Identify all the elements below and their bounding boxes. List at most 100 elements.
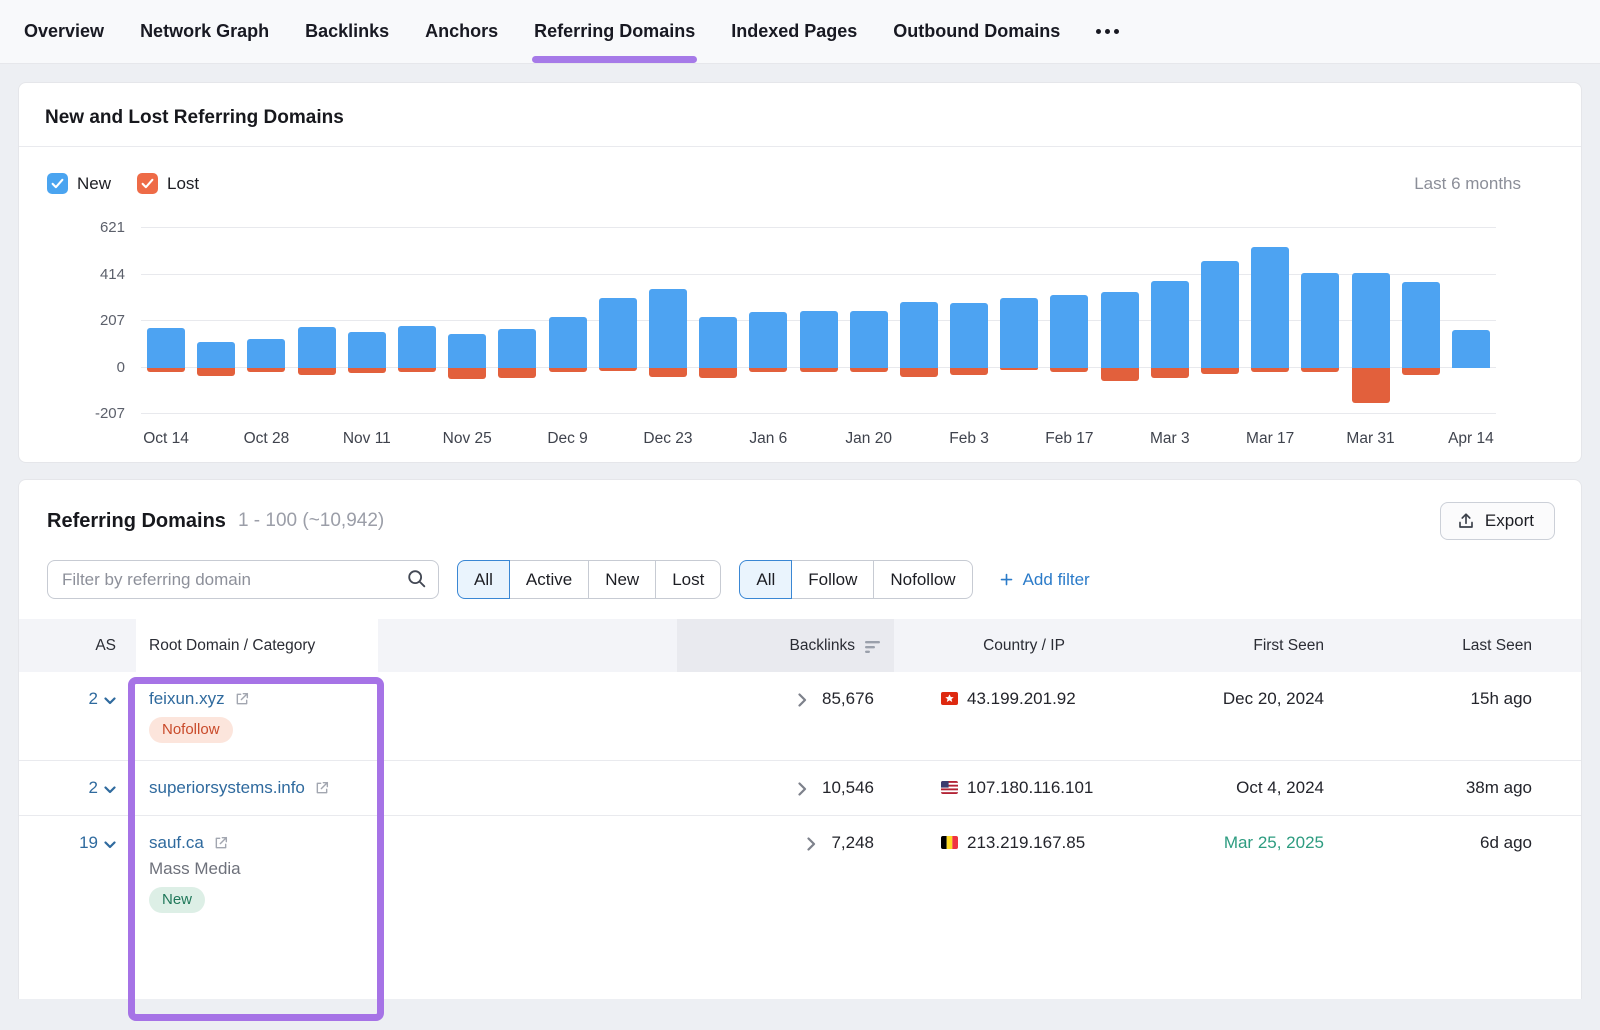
- legend-checkbox-new[interactable]: New: [47, 173, 111, 194]
- last-seen-value: 6d ago: [1480, 833, 1532, 853]
- column-header-first-seen[interactable]: First Seen: [1154, 619, 1324, 672]
- expand-row-chevron-icon[interactable]: [807, 837, 816, 851]
- plus-icon: [999, 572, 1014, 587]
- bar-new-mar-3: [1151, 281, 1189, 367]
- checkbox-checked-icon: [137, 173, 158, 194]
- bar-lost-dec-2: [498, 368, 536, 378]
- column-header-label: Root Domain / Category: [149, 637, 315, 655]
- tab-label: Indexed Pages: [731, 21, 857, 42]
- first-seen-cell: Mar 25, 2025: [1154, 816, 1324, 930]
- x-axis-tick: Feb 3: [949, 430, 989, 448]
- chevron-down-icon: [104, 689, 116, 705]
- follow-filter-option-all[interactable]: All: [739, 560, 792, 599]
- export-button[interactable]: Export: [1440, 502, 1555, 540]
- external-link-icon[interactable]: [234, 691, 250, 707]
- bar-new-dec-23: [649, 289, 687, 367]
- expand-row-chevron-icon[interactable]: [798, 693, 807, 707]
- table-row-superiorsystems-info: 2superiorsystems.info10,546107.180.116.1…: [19, 760, 1581, 815]
- tab-network-graph[interactable]: Network Graph: [140, 0, 269, 63]
- backlinks-cell: 85,676: [677, 672, 894, 760]
- referring-domains-chart: 6214142070-207: [141, 228, 1496, 414]
- bar-new-mar-24: [1301, 273, 1339, 367]
- backlinks-count: 85,676: [822, 689, 874, 709]
- tab-indexed-pages[interactable]: Indexed Pages: [731, 0, 857, 63]
- as-score-toggle[interactable]: 19: [19, 816, 134, 930]
- top-nav: Overview Network Graph Backlinks Anchors Ref…: [0, 0, 1600, 64]
- bar-lost-feb-10: [1000, 368, 1038, 370]
- bar-new-jan-6: [749, 312, 787, 368]
- bar-lost-nov-25: [448, 368, 486, 379]
- bar-lost-oct-28: [247, 368, 285, 373]
- chart-x-axis: Oct 14Oct 28Nov 11Nov 25Dec 9Dec 23Jan 6…: [141, 414, 1496, 462]
- gridline: [141, 227, 1496, 228]
- more-tabs-button[interactable]: [1096, 0, 1119, 63]
- domain-link[interactable]: superiorsystems.info: [149, 778, 305, 798]
- external-link-icon[interactable]: [314, 780, 330, 796]
- follow-filter-option-follow[interactable]: Follow: [791, 560, 874, 599]
- as-score-toggle[interactable]: 2: [19, 761, 134, 815]
- column-header-label: First Seen: [1253, 637, 1324, 655]
- status-filter-option-active[interactable]: Active: [509, 560, 589, 599]
- bar-new-jan-27: [900, 302, 938, 367]
- chart-controls: New Lost Last 6 months: [19, 147, 1581, 194]
- bar-lost-jan-6: [749, 368, 787, 372]
- root-domain-cell: feixun.xyzNofollow: [134, 672, 677, 760]
- bar-new-dec-16: [599, 298, 637, 367]
- status-filter-option-lost[interactable]: Lost: [655, 560, 721, 599]
- search-icon[interactable]: [406, 568, 428, 595]
- table-row-feixun-xyz: 2feixun.xyzNofollow85,67643.199.201.92De…: [19, 672, 1581, 760]
- bar-lost-dec-9: [549, 368, 587, 372]
- bar-new-feb-24: [1101, 292, 1139, 367]
- column-header-last-seen[interactable]: Last Seen: [1324, 619, 1532, 672]
- external-link-icon[interactable]: [213, 835, 229, 851]
- column-header-country-ip[interactable]: Country / IP: [894, 619, 1154, 672]
- status-filter-option-all[interactable]: All: [457, 560, 510, 599]
- add-filter-button[interactable]: Add filter: [999, 570, 1090, 590]
- tab-label: Anchors: [425, 21, 498, 42]
- status-filter-option-new[interactable]: New: [588, 560, 656, 599]
- x-axis-tick: Mar 31: [1346, 430, 1394, 448]
- column-header-root-domain-category[interactable]: Root Domain / Category: [134, 619, 677, 672]
- legend-checkbox-lost[interactable]: Lost: [137, 173, 199, 194]
- y-axis-tick: 0: [69, 359, 125, 377]
- domain-link[interactable]: feixun.xyz: [149, 689, 225, 709]
- tab-label: Network Graph: [140, 21, 269, 42]
- bar-new-feb-3: [950, 303, 988, 367]
- x-axis-tick: Dec 23: [643, 430, 692, 448]
- bar-lost-apr-7: [1402, 368, 1440, 376]
- column-header-backlinks[interactable]: Backlinks: [677, 619, 894, 672]
- country-flag-be-icon: [941, 836, 958, 849]
- last-seen-cell: 15h ago: [1324, 672, 1532, 760]
- tab-referring-domains[interactable]: Referring Domains: [534, 0, 695, 63]
- last-seen-value: 15h ago: [1471, 689, 1532, 709]
- x-axis-tick: Jan 20: [845, 430, 892, 448]
- tab-backlinks[interactable]: Backlinks: [305, 0, 389, 63]
- bar-lost-mar-3: [1151, 368, 1189, 379]
- date-range-label: Last 6 months: [1414, 174, 1521, 194]
- y-axis-tick: 621: [69, 219, 125, 237]
- tab-overview[interactable]: Overview: [24, 0, 104, 63]
- last-seen-cell: 6d ago: [1324, 816, 1532, 930]
- x-axis-tick: Oct 28: [244, 430, 290, 448]
- as-score-toggle[interactable]: 2: [19, 672, 134, 760]
- column-header-label: AS: [95, 637, 116, 655]
- domain-category: Mass Media: [149, 859, 241, 879]
- ip-address: 107.180.116.101: [967, 778, 1093, 798]
- checkbox-checked-icon: [47, 173, 68, 194]
- y-axis-tick: 414: [69, 266, 125, 284]
- follow-filter-option-nofollow[interactable]: Nofollow: [873, 560, 972, 599]
- expand-row-chevron-icon[interactable]: [798, 782, 807, 796]
- bar-new-dec-30: [699, 317, 737, 367]
- chart-legend: New Lost: [47, 173, 225, 194]
- follow-filter-group: AllFollowNofollow: [739, 560, 972, 599]
- backlinks-count: 7,248: [831, 833, 874, 853]
- first-seen-cell: Oct 4, 2024: [1154, 761, 1324, 815]
- new-lost-referring-domains-card: New and Lost Referring Domains NewLost L…: [18, 82, 1582, 463]
- tab-anchors[interactable]: Anchors: [425, 0, 498, 63]
- first-seen-cell: Dec 20, 2024: [1154, 672, 1324, 760]
- tab-outbound-domains[interactable]: Outbound Domains: [893, 0, 1060, 63]
- column-header-as[interactable]: AS: [19, 619, 134, 672]
- domain-filter-input[interactable]: [47, 560, 439, 599]
- x-axis-tick: Apr 14: [1448, 430, 1494, 448]
- domain-link[interactable]: sauf.ca: [149, 833, 204, 853]
